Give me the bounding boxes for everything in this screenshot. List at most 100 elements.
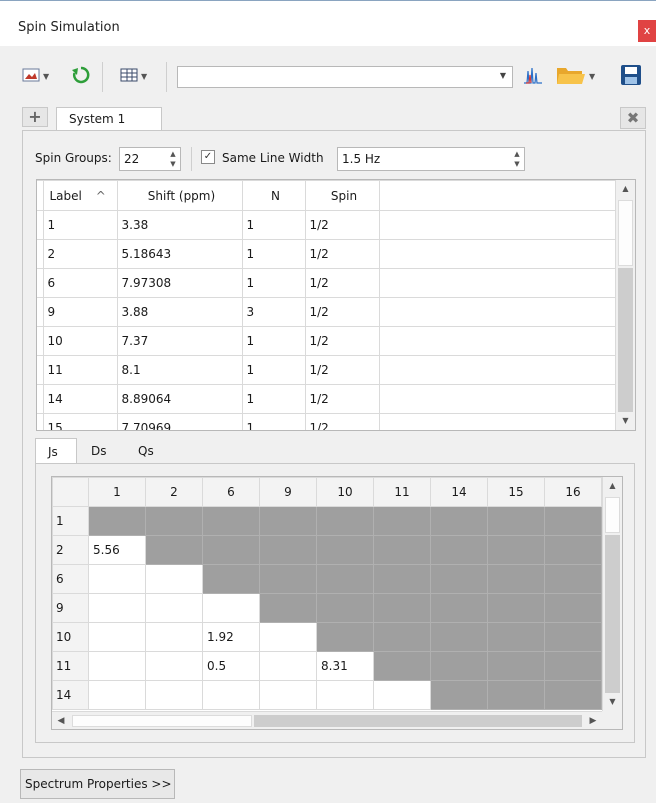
table-row[interactable]: 14 8.89064 1 1/2 <box>37 384 616 414</box>
table-cell[interactable]: 7.97308 <box>116 268 243 298</box>
table-cell[interactable]: 7.37 <box>116 326 243 356</box>
matrix-column-header[interactable]: 1 <box>88 477 146 507</box>
scroll-down-icon[interactable]: ▼ <box>616 412 635 430</box>
matrix-cell[interactable] <box>145 622 203 652</box>
spin-table-vertical-scrollbar[interactable]: ▲ ▼ <box>615 180 635 430</box>
scroll-up-icon[interactable]: ▲ <box>616 180 635 198</box>
matrix-row-header[interactable]: 11 <box>52 651 89 681</box>
matrix-cell[interactable] <box>202 593 260 623</box>
open-folder-dropdown[interactable]: ▼ <box>556 64 595 88</box>
table-row[interactable]: 6 7.97308 1 1/2 <box>37 268 616 298</box>
table-cell[interactable]: 1 <box>42 210 118 240</box>
scrollbar-thumb[interactable] <box>618 268 633 412</box>
table-dropdown[interactable]: ▼ <box>120 64 147 88</box>
matrix-cell[interactable] <box>88 680 146 710</box>
matrix-row-header[interactable]: 14 <box>52 680 89 710</box>
spectrum-properties-button[interactable]: Spectrum Properties >> <box>20 769 175 799</box>
matrix-cell[interactable] <box>259 622 317 652</box>
matrix-row-header[interactable]: 9 <box>52 593 89 623</box>
same-line-width-checkbox[interactable]: ✓ <box>201 150 215 164</box>
matrix-column-header[interactable]: 15 <box>487 477 545 507</box>
table-cell[interactable]: 1/2 <box>304 297 380 327</box>
table-cell[interactable]: 14 <box>42 384 118 414</box>
table-cell[interactable]: 2 <box>42 239 118 269</box>
matrix-column-header[interactable]: 2 <box>145 477 203 507</box>
matrix-column-header[interactable]: 6 <box>202 477 260 507</box>
matrix-cell[interactable]: 1.92 <box>202 622 260 652</box>
matrix-row-header[interactable]: 2 <box>52 535 89 565</box>
header-label[interactable]: Label ^ <box>42 180 118 211</box>
table-row[interactable]: 15 7.70969 1 1/2 <box>37 413 616 430</box>
table-cell[interactable]: 1/2 <box>304 413 380 430</box>
header-n[interactable]: N <box>241 180 306 211</box>
table-row[interactable]: 9 3.88 3 1/2 <box>37 297 616 327</box>
matrix-cell[interactable] <box>202 680 260 710</box>
table-cell[interactable]: 8.1 <box>116 355 243 385</box>
matrix-cell[interactable] <box>88 593 146 623</box>
scrollbar-thumb[interactable] <box>605 535 620 693</box>
matrix-cell[interactable] <box>373 680 431 710</box>
table-cell[interactable]: 1 <box>241 384 306 414</box>
matrix-row-header[interactable]: 1 <box>52 506 89 536</box>
matrix-row-header[interactable]: 6 <box>52 564 89 594</box>
tab-js[interactable]: Js <box>35 438 77 464</box>
table-row[interactable]: 11 8.1 1 1/2 <box>37 355 616 385</box>
matrix-column-header[interactable]: 14 <box>430 477 488 507</box>
spin-groups-stepper[interactable]: 22 ▲ ▼ <box>119 147 181 171</box>
scroll-up-icon[interactable]: ▲ <box>603 477 622 495</box>
table-cell[interactable]: 8.89064 <box>116 384 243 414</box>
close-system-button[interactable]: ✖ <box>620 107 646 129</box>
header-spin[interactable]: Spin <box>304 180 380 211</box>
table-row[interactable]: 2 5.18643 1 1/2 <box>37 239 616 269</box>
table-cell[interactable]: 9 <box>42 297 118 327</box>
coupling-horizontal-scrollbar[interactable]: ◀ ▶ <box>52 711 602 729</box>
header-shift[interactable]: Shift (ppm) <box>116 180 243 211</box>
matrix-cell[interactable] <box>259 651 317 681</box>
scrollbar-thumb[interactable] <box>254 715 582 727</box>
window-close-button[interactable]: x <box>638 20 656 42</box>
table-row[interactable]: 1 3.38 1 1/2 <box>37 210 616 240</box>
matrix-column-header[interactable]: 11 <box>373 477 431 507</box>
table-cell[interactable]: 1/2 <box>304 239 380 269</box>
matrix-cell[interactable]: 0.5 <box>202 651 260 681</box>
matrix-cell[interactable] <box>88 564 146 594</box>
matrix-cell[interactable] <box>88 622 146 652</box>
matrix-cell[interactable] <box>316 680 374 710</box>
coupling-vertical-scrollbar[interactable]: ▲ ▼ <box>602 477 622 711</box>
table-cell[interactable]: 3.38 <box>116 210 243 240</box>
matrix-column-header[interactable]: 16 <box>544 477 602 507</box>
matrix-cell[interactable]: 5.56 <box>88 535 146 565</box>
table-cell[interactable]: 11 <box>42 355 118 385</box>
stepper-arrows-icon[interactable]: ▲ ▼ <box>168 149 178 169</box>
matrix-cell[interactable] <box>88 651 146 681</box>
table-cell[interactable]: 1/2 <box>304 355 380 385</box>
table-cell[interactable]: 15 <box>42 413 118 430</box>
table-cell[interactable]: 6 <box>42 268 118 298</box>
matrix-row-header[interactable]: 10 <box>52 622 89 652</box>
matrix-cell[interactable] <box>145 593 203 623</box>
table-cell[interactable]: 1/2 <box>304 326 380 356</box>
scroll-down-icon[interactable]: ▼ <box>603 693 622 711</box>
table-cell[interactable]: 1 <box>241 326 306 356</box>
matrix-cell[interactable] <box>145 651 203 681</box>
table-cell[interactable]: 3.88 <box>116 297 243 327</box>
tab-ds[interactable]: Ds <box>91 438 107 464</box>
spectrum-button[interactable] <box>523 64 543 88</box>
matrix-column-header[interactable]: 10 <box>316 477 374 507</box>
table-cell[interactable]: 3 <box>241 297 306 327</box>
table-cell[interactable]: 1 <box>241 268 306 298</box>
table-cell[interactable]: 1 <box>241 355 306 385</box>
scroll-left-icon[interactable]: ◀ <box>52 712 70 729</box>
matrix-cell[interactable] <box>145 564 203 594</box>
matrix-cell[interactable]: 8.31 <box>316 651 374 681</box>
table-row[interactable]: 10 7.37 1 1/2 <box>37 326 616 356</box>
table-cell[interactable]: 7.70969 <box>116 413 243 430</box>
line-width-stepper[interactable]: 1.5 Hz ▲ ▼ <box>337 147 525 171</box>
stepper-arrows-icon[interactable]: ▲ ▼ <box>512 149 522 169</box>
matrix-cell[interactable] <box>259 680 317 710</box>
table-cell[interactable]: 5.18643 <box>116 239 243 269</box>
toolbar-combo-box[interactable]: ▼ <box>177 66 513 88</box>
table-cell[interactable]: 1/2 <box>304 268 380 298</box>
tab-qs[interactable]: Qs <box>138 438 154 464</box>
refresh-button[interactable] <box>72 64 90 88</box>
